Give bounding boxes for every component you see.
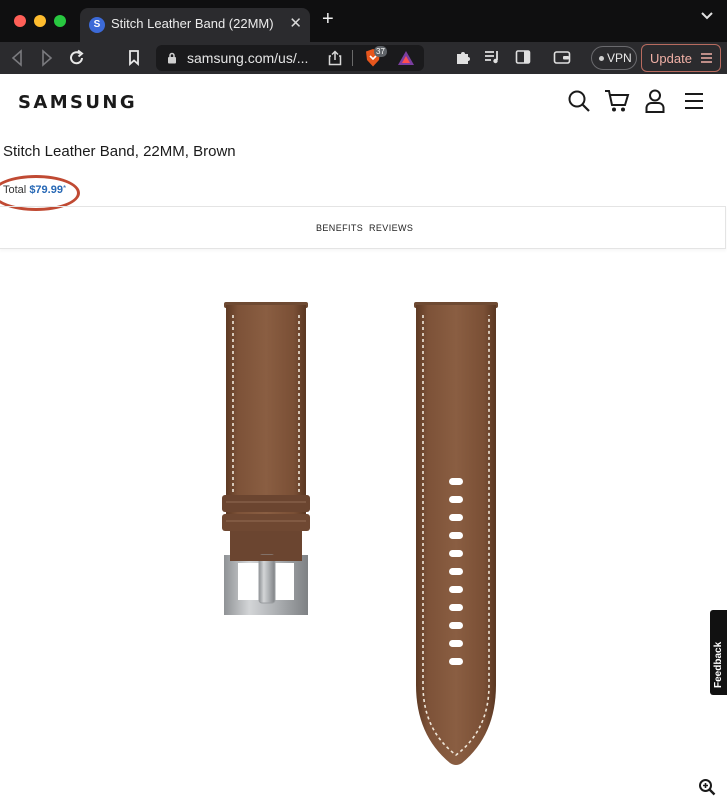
url-text: samsung.com/us/... <box>187 50 309 66</box>
shield-count-badge: 37 <box>374 46 387 57</box>
cart-icon[interactable] <box>604 89 630 113</box>
back-icon[interactable] <box>10 49 24 67</box>
lock-icon <box>168 52 176 64</box>
site-header: SAMSUNG <box>0 74 727 130</box>
new-tab-icon[interactable]: + <box>322 8 334 31</box>
search-icon[interactable] <box>567 89 591 113</box>
bookmark-icon[interactable] <box>128 49 140 67</box>
samsung-logo[interactable]: SAMSUNG <box>18 92 137 113</box>
update-button[interactable]: Update <box>641 44 721 72</box>
extensions-icon[interactable] <box>455 49 471 65</box>
forward-icon[interactable] <box>40 49 54 67</box>
tab-close-icon[interactable]: ✕ <box>289 14 302 32</box>
account-icon[interactable] <box>645 89 665 113</box>
tab-list-chevron-icon[interactable] <box>701 12 713 20</box>
address-bar-divider <box>352 50 353 66</box>
maximize-window-button[interactable] <box>54 15 66 27</box>
browser-tab-bar: S Stitch Leather Band (22MM) Br ✕ + <box>0 0 727 42</box>
rewards-icon[interactable] <box>397 50 415 66</box>
playlist-icon[interactable] <box>484 49 502 65</box>
browser-tab-active[interactable]: S Stitch Leather Band (22MM) Br ✕ <box>80 8 310 42</box>
menu-icon[interactable] <box>684 89 704 113</box>
sidebar-icon[interactable] <box>515 49 531 65</box>
browser-toolbar: samsung.com/us/... 37 VPN Update <box>0 42 727 74</box>
anchor-link-reviews[interactable]: REVIEWS <box>369 223 413 233</box>
wallet-icon[interactable] <box>553 49 571 65</box>
vpn-label: VPN <box>607 51 632 65</box>
feedback-label: Feedback <box>713 641 724 688</box>
tab-title: Stitch Leather Band (22MM) Br <box>111 16 276 31</box>
vpn-button[interactable]: VPN <box>591 46 637 70</box>
hamburger-menu-icon <box>701 53 712 63</box>
vpn-status-dot <box>599 56 604 61</box>
feedback-tab[interactable]: Feedback <box>710 610 727 695</box>
update-label: Update <box>650 51 692 66</box>
reload-icon[interactable] <box>69 49 85 67</box>
zoom-icon[interactable] <box>698 778 716 796</box>
product-image-leather-band <box>222 302 498 765</box>
address-bar[interactable]: samsung.com/us/... 37 <box>156 45 424 71</box>
close-window-button[interactable] <box>14 15 26 27</box>
minimize-window-button[interactable] <box>34 15 46 27</box>
share-icon[interactable] <box>328 50 342 66</box>
anchor-link-benefits[interactable]: BENEFITS <box>316 223 363 233</box>
samsung-favicon-icon: S <box>89 17 105 33</box>
anchor-nav: BENEFITS REVIEWS <box>0 206 726 249</box>
product-title: Stitch Leather Band, 22MM, Brown <box>3 143 236 160</box>
